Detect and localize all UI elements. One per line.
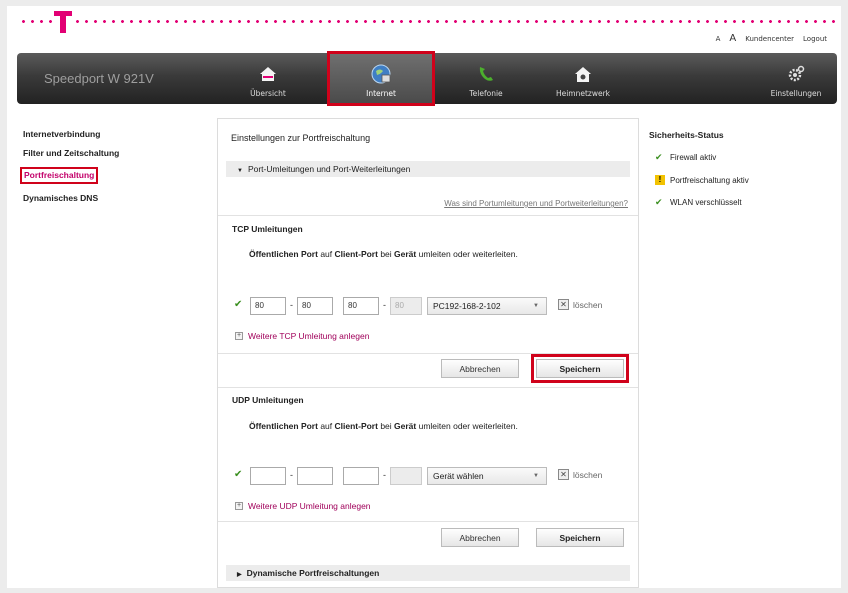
udp-device-select[interactable]: Gerät wählen ▼ [427, 467, 547, 485]
nav-ubersicht[interactable]: Übersicht [231, 53, 305, 104]
status-title: Sicherheits-Status [649, 130, 724, 140]
font-large-link[interactable]: A [729, 33, 736, 44]
portfreischaltung-panel: Einstellungen zur Portfreischaltung ▼ Por… [217, 118, 639, 588]
close-icon: ✕ [558, 299, 569, 310]
phone-icon [476, 64, 496, 84]
tcp-rule-row: ✔ 80 - 80 80 - 80 PC192-168-2-102 ▼ ✕ lösc… [234, 297, 634, 315]
divider [218, 521, 638, 522]
nav-label: Internet [366, 89, 396, 98]
triangle-right-icon: ▶ [237, 572, 242, 578]
panel-title: Einstellungen zur Portfreischaltung [231, 133, 371, 143]
device-model: Speedport W 921V [44, 71, 154, 86]
tcp-cancel-button[interactable]: Abbrechen [441, 359, 519, 378]
tcp-heading: TCP Umleitungen [232, 224, 303, 234]
udp-public-port-from[interactable] [250, 467, 286, 485]
nav-telefonie[interactable]: Telefonie [449, 53, 523, 104]
main-navbar: Speedport W 921V Übersicht Internet Tele… [17, 51, 837, 106]
udp-heading: UDP Umleitungen [232, 395, 304, 405]
warning-icon: ! [655, 175, 665, 185]
help-link[interactable]: Was sind Portumleitungen und Portweiterl… [444, 199, 628, 208]
chevron-down-icon: ▼ [533, 303, 539, 309]
udp-client-port-to [390, 467, 422, 485]
nav-heimnetzwerk[interactable]: Heimnetzwerk [541, 53, 625, 104]
tcp-public-port-to[interactable]: 80 [297, 297, 333, 315]
triangle-down-icon: ▼ [237, 168, 243, 174]
tcp-client-port-to: 80 [390, 297, 422, 315]
globe-icon [371, 64, 391, 84]
add-tcp-link[interactable]: + Weitere TCP Umleitung anlegen [235, 331, 369, 341]
udp-public-port-to[interactable] [297, 467, 333, 485]
add-udp-link[interactable]: + Weitere UDP Umleitung anlegen [235, 501, 371, 511]
plus-icon: + [235, 502, 243, 510]
sidebar: Internetverbindung Filter und Zeitschalt… [20, 130, 119, 212]
udp-enabled-checkbox[interactable]: ✔ [234, 470, 244, 480]
section-dynamische-portfreischaltungen[interactable]: ▶ Dynamische Portfreischaltungen [226, 565, 630, 581]
logout-link[interactable]: Logout [803, 35, 827, 43]
telekom-logo-icon [53, 8, 73, 34]
section-label: Port-Umleitungen und Port-Weiterleitunge… [247, 164, 411, 174]
udp-save-button[interactable]: Speichern [536, 528, 624, 547]
font-small-link[interactable]: A [716, 35, 721, 43]
section-label: Dynamische Portfreischaltungen [246, 568, 380, 578]
kundencenter-link[interactable]: Kundencenter [745, 35, 794, 43]
brand-dot-line [19, 20, 839, 23]
udp-client-port-from[interactable] [343, 467, 379, 485]
sidebar-item-internetverbindung[interactable]: Internetverbindung [23, 130, 119, 139]
close-icon: ✕ [558, 469, 569, 480]
nav-einstellungen[interactable]: Einstellungen [761, 53, 831, 104]
gear-icon [786, 64, 806, 84]
house-icon [258, 64, 278, 84]
top-links: A A Kundencenter Logout [716, 33, 827, 44]
tcp-delete-button[interactable]: ✕ löschen [558, 299, 602, 310]
divider [218, 215, 638, 216]
nav-label: Übersicht [250, 89, 286, 98]
divider [218, 353, 638, 354]
sidebar-item-dns[interactable]: Dynamisches DNS [23, 193, 119, 203]
home-network-icon [573, 64, 593, 84]
check-icon: ✔ [655, 197, 663, 207]
status-portfreischaltung: ! Portfreischaltung aktiv [655, 175, 749, 185]
udp-rule-row: ✔ - - Gerät wählen ▼ ✕ löschen [234, 467, 634, 485]
tcp-client-port-from[interactable]: 80 [343, 297, 379, 315]
tcp-device-select[interactable]: PC192-168-2-102 ▼ [427, 297, 547, 315]
status-firewall: ✔ Firewall aktiv [655, 152, 717, 162]
tcp-enabled-checkbox[interactable]: ✔ [234, 300, 244, 310]
chevron-down-icon: ▼ [533, 473, 539, 479]
security-status: Sicherheits-Status ✔ Firewall aktiv ! Port… [649, 130, 749, 220]
tcp-save-button[interactable]: Speichern [531, 354, 629, 383]
sidebar-item-portfreischaltung[interactable]: Portfreischaltung [20, 167, 99, 184]
status-wlan: ✔ WLAN verschlüsselt [655, 197, 742, 207]
udp-delete-button[interactable]: ✕ löschen [558, 469, 602, 480]
check-icon: ✔ [655, 152, 663, 162]
plus-icon: + [235, 332, 243, 340]
section-port-umleitungen[interactable]: ▼ Port-Umleitungen und Port-Weiterleitung… [226, 161, 630, 177]
nav-label: Einstellungen [770, 89, 822, 98]
nav-label: Heimnetzwerk [555, 89, 611, 98]
divider [218, 387, 638, 388]
udp-cancel-button[interactable]: Abbrechen [441, 528, 519, 547]
sidebar-item-filter[interactable]: Filter und Zeitschaltung [23, 148, 119, 158]
nav-label: Telefonie [469, 89, 503, 98]
router-page: A A Kundencenter Logout Speedport W 921V… [7, 6, 841, 588]
tcp-description: Öffentlichen Port auf Client-Port bei Ge… [249, 249, 518, 259]
nav-internet[interactable]: Internet [327, 51, 435, 106]
udp-description: Öffentlichen Port auf Client-Port bei Ge… [249, 421, 518, 431]
tcp-public-port-from[interactable]: 80 [250, 297, 286, 315]
